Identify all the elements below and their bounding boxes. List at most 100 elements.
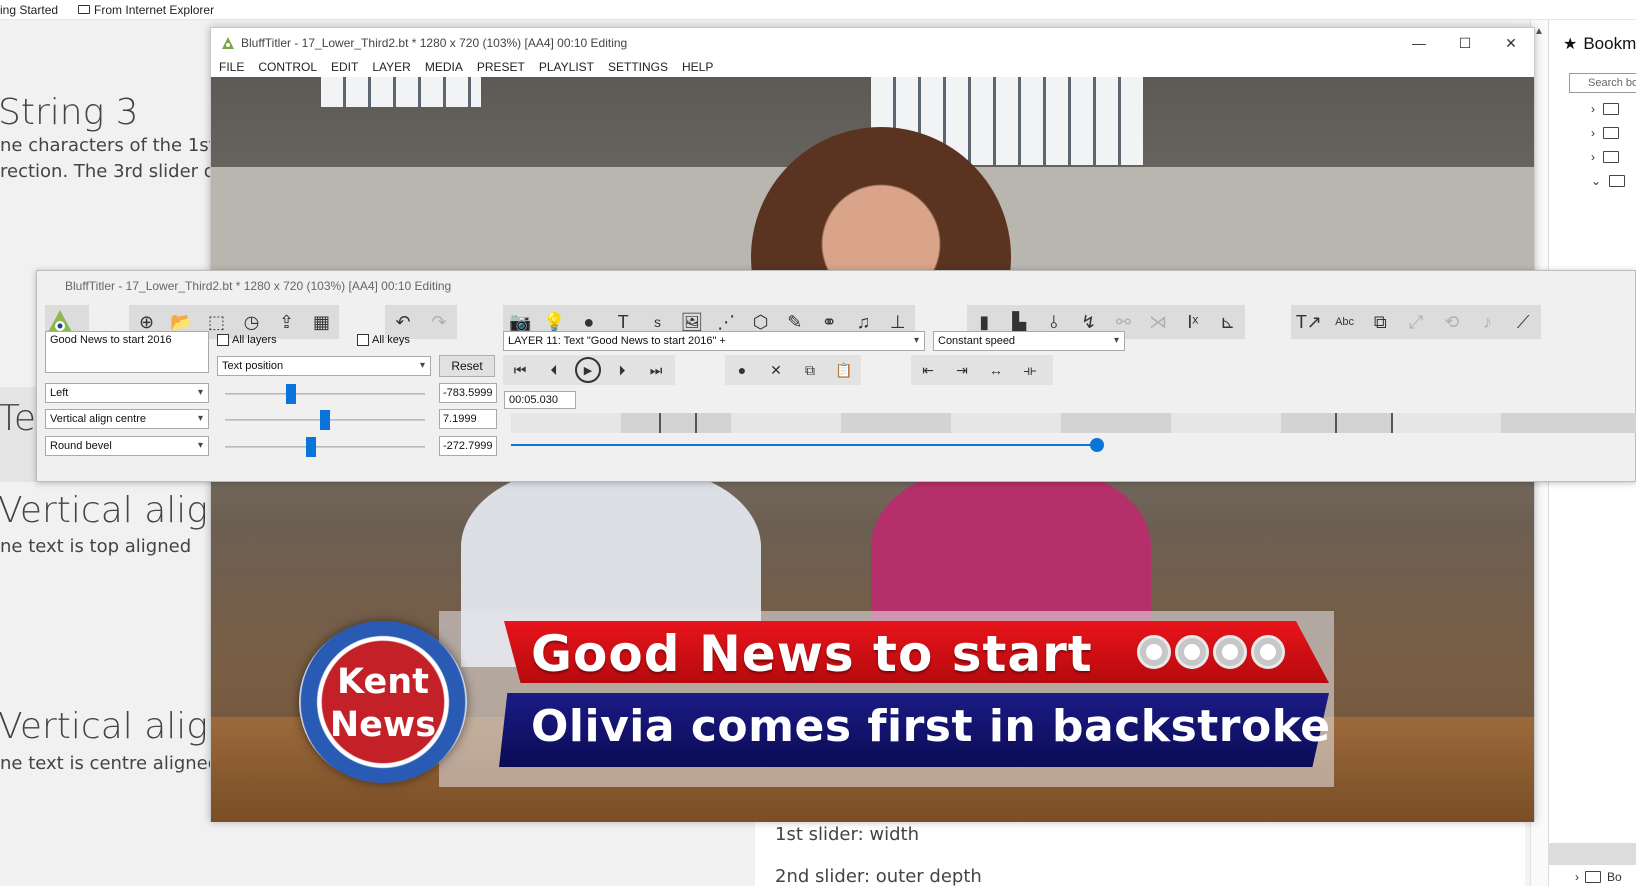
play-button[interactable]: ▶ — [571, 355, 605, 385]
bookmark-last-label: Bo — [1607, 870, 1622, 884]
favorite-folder-ie[interactable]: From Internet Explorer — [78, 3, 214, 17]
slider1-track[interactable] — [225, 393, 425, 395]
value2-input[interactable]: 7.1999 — [439, 409, 497, 429]
panel-titlebar[interactable]: BluffTitler - 17_Lower_Third2.bt * 1280 … — [37, 271, 1635, 301]
bookmark-folder-2[interactable]: › — [1591, 126, 1636, 140]
menu-help[interactable]: HELP — [682, 60, 713, 74]
prev-key-icon[interactable]: ⇤ — [911, 355, 945, 385]
layer-bottom-icon[interactable]: ⊾ — [1210, 305, 1245, 339]
music-icon[interactable]: ♪ — [1470, 305, 1506, 339]
value1-input[interactable]: -783.5999 — [439, 383, 497, 403]
bookmark-folder-3[interactable]: › — [1591, 150, 1636, 164]
folder-icon — [78, 5, 91, 14]
rotate-icon[interactable]: ⟲ — [1434, 305, 1470, 339]
scale-icon[interactable]: ⤢ — [1398, 305, 1434, 339]
bookmarks-title-label: Bookm — [1583, 34, 1636, 53]
step-back-icon[interactable]: ⏴ — [537, 355, 571, 385]
subline-text: Olivia comes first in backstroke — [531, 701, 1331, 752]
delete-key-icon[interactable]: ✕ — [759, 355, 793, 385]
texture-icon[interactable]: ⧉ — [1362, 305, 1398, 339]
digit-coin-icon — [1137, 635, 1171, 669]
menu-settings[interactable]: SETTINGS — [608, 60, 668, 74]
favorite-getting-started[interactable]: ing Started — [0, 3, 58, 17]
timeline-segment — [621, 413, 731, 433]
split-key-icon[interactable]: ⟛ — [1013, 355, 1047, 385]
menu-control[interactable]: CONTROL — [258, 60, 317, 74]
reset-button[interactable]: Reset — [439, 355, 495, 377]
record-key-icon[interactable]: ● — [725, 355, 759, 385]
key-edit-group: ● ✕ ⧉ 📋 — [725, 355, 861, 385]
kent-news-logo: Kent News — [299, 621, 467, 783]
timeline-playhead[interactable] — [1089, 438, 1104, 452]
chevron-down-icon: ▾ — [913, 335, 919, 346]
layer-select[interactable]: LAYER 11: Text "Good News to start 2016"… — [503, 331, 925, 351]
bookmark-folder-last[interactable]: › Bo — [1575, 870, 1622, 884]
time-input[interactable]: 00:05.030 — [504, 391, 576, 409]
menu-file[interactable]: FILE — [219, 60, 244, 74]
minimize-button[interactable]: — — [1396, 28, 1442, 58]
chevron-right-icon: › — [1591, 102, 1595, 116]
heading-vertical-align-centre: Vertical align — [0, 706, 231, 747]
timeline-track[interactable] — [511, 413, 1636, 433]
slider1-thumb[interactable] — [286, 384, 296, 404]
menu-layer[interactable]: LAYER — [372, 60, 410, 74]
chevron-down-icon: ▾ — [1113, 335, 1119, 346]
slider3-track[interactable] — [225, 446, 425, 448]
digit-coin-icon — [1213, 635, 1247, 669]
copy-key-icon[interactable]: ⧉ — [793, 355, 827, 385]
bookmark-folder-1[interactable]: › — [1591, 102, 1636, 116]
paste-key-icon[interactable]: 📋 — [827, 355, 861, 385]
layer-split-icon[interactable]: ⋊ — [1141, 305, 1176, 339]
value3-input[interactable]: -272.7999 — [439, 436, 497, 456]
slider2-thumb[interactable] — [320, 410, 330, 430]
menu-preset[interactable]: PRESET — [477, 60, 525, 74]
speed-select[interactable]: Constant speed ▾ — [933, 331, 1125, 351]
keyframe-marker[interactable] — [695, 413, 697, 433]
keyframe-marker[interactable] — [1335, 413, 1337, 433]
text-resize-icon[interactable]: T↗ — [1291, 305, 1327, 339]
film-icon[interactable]: ▦ — [304, 305, 339, 339]
close-button[interactable]: ✕ — [1488, 28, 1534, 58]
align-select-value: Left — [50, 387, 69, 399]
layer-select-value: LAYER 11: Text "Good News to start 2016"… — [508, 335, 726, 347]
text-input[interactable]: Good News to start 2016 — [45, 331, 209, 373]
logo-line1: Kent — [337, 662, 429, 702]
align-select[interactable]: Left ▾ — [45, 383, 209, 403]
maximize-button[interactable]: ☐ — [1442, 28, 1488, 58]
key-nav-group: ⇤ ⇥ ↔ ⟛ — [911, 355, 1053, 385]
property-select[interactable]: Text position ▾ — [217, 356, 431, 376]
main-titlebar[interactable]: BluffTitler - 17_Lower_Third2.bt * 1280 … — [211, 28, 1534, 58]
paragraph-line2: rection. The 3rd slider of — [0, 161, 222, 182]
bevel-select-value: Round bevel — [50, 440, 112, 452]
bevel-select[interactable]: Round bevel ▾ — [45, 436, 209, 456]
keyframe-marker[interactable] — [1391, 413, 1393, 433]
redo-icon[interactable]: ↷ — [421, 305, 457, 339]
bookmarks-search-input[interactable]: Search bo — [1569, 73, 1636, 93]
paragraph-line1: ne characters of the 1st — [0, 135, 216, 156]
bookmark-folder-4[interactable]: ⌄ — [1591, 174, 1636, 188]
digit-coin-icon — [1251, 635, 1285, 669]
step-forward-icon[interactable]: ⏵ — [605, 355, 639, 385]
menu-playlist[interactable]: PLAYLIST — [539, 60, 594, 74]
menu-edit[interactable]: EDIT — [331, 60, 358, 74]
stretch-key-icon[interactable]: ↔ — [979, 355, 1013, 385]
scroll-up-icon[interactable]: ▲ — [1534, 26, 1544, 37]
skip-start-icon[interactable]: ⏮ — [503, 355, 537, 385]
menu-media[interactable]: MEDIA — [425, 60, 463, 74]
headline-text: Good News to start — [531, 625, 1093, 683]
all-keys-checkbox[interactable]: All keys — [357, 334, 410, 346]
magic-wand-icon[interactable]: ⟋ — [1505, 305, 1541, 339]
slider3-thumb[interactable] — [306, 437, 316, 457]
next-key-icon[interactable]: ⇥ — [945, 355, 979, 385]
layer-delete-icon[interactable]: Iˣ — [1176, 305, 1211, 339]
checkbox-box[interactable] — [217, 334, 229, 346]
skip-end-icon[interactable]: ⏭ — [639, 355, 673, 385]
valign-select[interactable]: Vertical align centre ▾ — [45, 409, 209, 429]
font-abc-icon[interactable]: Abc — [1327, 305, 1363, 339]
checkbox-box[interactable] — [357, 334, 369, 346]
folder-icon — [1603, 103, 1619, 115]
bookmarks-selected-row[interactable] — [1549, 843, 1636, 865]
logo-line2: News — [329, 705, 437, 745]
all-layers-checkbox[interactable]: All layers — [217, 334, 277, 346]
keyframe-marker[interactable] — [659, 413, 661, 433]
